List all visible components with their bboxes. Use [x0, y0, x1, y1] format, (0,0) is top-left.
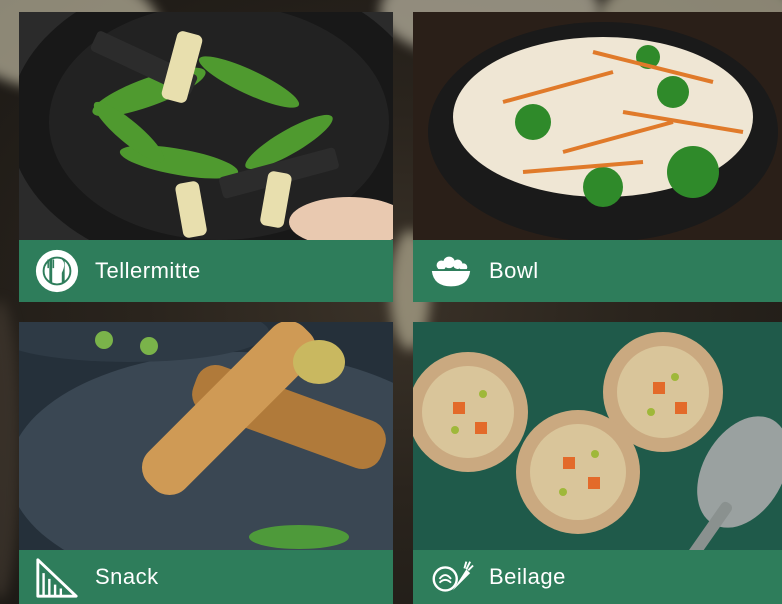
tile-photo-pasta	[19, 12, 393, 240]
tile-label: Snack	[95, 564, 159, 589]
tile-label-bar: Beilage	[413, 550, 782, 604]
tile-photo-stuffed-artichokes	[413, 322, 782, 550]
vegetables-icon	[427, 553, 475, 601]
category-tile-tellermitte[interactable]: Tellermitte	[19, 12, 393, 302]
category-tile-beilage[interactable]: Beilage	[413, 322, 782, 604]
category-tile-snack[interactable]: Snack	[19, 322, 393, 604]
plate-cutlery-icon	[33, 247, 81, 295]
tile-label-bar: Tellermitte	[19, 240, 393, 302]
tile-label-bar: Bowl	[413, 240, 782, 302]
category-tile-bowl[interactable]: Bowl	[413, 12, 782, 302]
tile-photo-spring-roll	[19, 322, 393, 550]
tile-label: Tellermitte	[95, 258, 201, 283]
salad-bowl-icon	[427, 247, 475, 295]
tile-label: Beilage	[489, 564, 566, 589]
tile-photo-noodle-bowl	[413, 12, 782, 240]
tile-label-bar: Snack	[19, 550, 393, 604]
tile-label: Bowl	[489, 258, 539, 283]
sandwich-snack-icon	[33, 553, 81, 601]
